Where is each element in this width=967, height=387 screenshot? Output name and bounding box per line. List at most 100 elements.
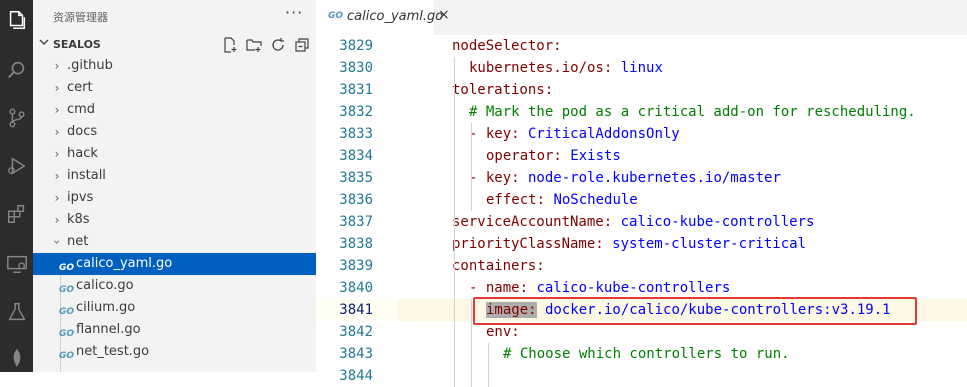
- code-line[interactable]: 3833 - key: CriticalAddonsOnly: [316, 123, 967, 145]
- tab-calico-yaml-go[interactable]: GO calico_yaml.go ×: [316, 0, 450, 35]
- yaml-value: system-cluster-critical: [603, 236, 807, 252]
- folder-net[interactable]: › net: [33, 231, 316, 253]
- go-file-icon: GO: [59, 351, 75, 361]
- line-number: 3842: [339, 324, 373, 340]
- code-line[interactable]: 3843 # Choose which controllers to run.: [316, 343, 967, 365]
- code-line[interactable]: 3834 operator: Exists: [316, 145, 967, 167]
- line-number: 3839: [339, 258, 373, 274]
- file-label: calico_yaml.go: [76, 256, 173, 271]
- indent-guide: [488, 343, 489, 387]
- code-line[interactable]: 3829 nodeSelector:: [316, 35, 967, 57]
- yaml-key: operator:: [486, 148, 562, 164]
- code-text: - key: CriticalAddonsOnly: [469, 123, 680, 145]
- workspace-title: SEALOS: [53, 38, 101, 51]
- line-number: 3829: [339, 38, 373, 54]
- file-calico-yaml-go[interactable]: GO calico_yaml.go: [33, 253, 316, 275]
- file-label: cilium.go: [76, 300, 136, 315]
- search-icon[interactable]: [0, 50, 33, 90]
- explorer-title: 资源管理器: [53, 11, 108, 24]
- folder-docs[interactable]: › docs: [33, 121, 316, 143]
- folder-hack[interactable]: › hack: [33, 143, 316, 165]
- code-text: containers:: [452, 255, 545, 277]
- chevron-right-icon: ›: [54, 191, 60, 205]
- code-text: tolerations:: [452, 79, 553, 101]
- folder-github[interactable]: › .github: [33, 55, 316, 77]
- code-line[interactable]: 3832 # Mark the pod as a critical add-on …: [316, 101, 967, 123]
- yaml-value: Exists: [561, 148, 621, 164]
- yaml-key: - key:: [469, 170, 520, 186]
- new-file-icon[interactable]: [221, 36, 239, 54]
- folder-label: k8s: [67, 212, 90, 227]
- code-text: effect: NoSchedule: [486, 189, 638, 211]
- yaml-key: nodeSelector:: [452, 38, 562, 54]
- code-line[interactable]: 3838 priorityClassName: system-cluster-cr…: [316, 233, 967, 255]
- yaml-key: tolerations:: [452, 82, 554, 98]
- yaml-value: linux: [612, 60, 663, 76]
- extensions-icon[interactable]: [0, 194, 33, 234]
- code-line[interactable]: 3836 effect: NoSchedule: [316, 189, 967, 211]
- folder-install[interactable]: › install: [33, 165, 316, 187]
- file-label: net_test.go: [76, 344, 150, 359]
- code-line[interactable]: 3837 serviceAccountName: calico-kube-cont…: [316, 211, 967, 233]
- refresh-icon[interactable]: [269, 36, 287, 54]
- folder-label: net: [67, 234, 89, 249]
- code-text: operator: Exists: [486, 145, 621, 167]
- code-text: nodeSelector:: [452, 35, 562, 57]
- chevron-right-icon: ›: [54, 59, 60, 73]
- new-folder-icon[interactable]: [245, 36, 263, 54]
- yaml-key: containers:: [452, 258, 545, 274]
- line-number: 3836: [339, 192, 373, 208]
- folder-ipvs[interactable]: › ipvs: [33, 187, 316, 209]
- folder-cert[interactable]: › cert: [33, 77, 316, 99]
- explorer-icon[interactable]: [0, 0, 33, 40]
- close-icon[interactable]: ×: [438, 7, 450, 23]
- code-comment: # Choose which controllers to run.: [503, 346, 790, 362]
- line-number: 3844: [339, 368, 373, 384]
- testing-icon[interactable]: [0, 292, 33, 332]
- file-flannel-go[interactable]: GO flannel.go: [33, 319, 316, 341]
- mongodb-icon[interactable]: [0, 338, 33, 378]
- yaml-value: calico-kube-controllers: [612, 214, 815, 230]
- collapse-all-icon[interactable]: [293, 36, 311, 54]
- code-text: # Choose which controllers to run.: [503, 343, 790, 365]
- file-label: flannel.go: [76, 322, 141, 337]
- code-text: serviceAccountName: calico-kube-controll…: [452, 211, 814, 233]
- code-text: priorityClassName: system-cluster-critic…: [452, 233, 806, 255]
- folder-label: ipvs: [67, 190, 94, 205]
- line-number: 3831: [339, 82, 373, 98]
- remote-explorer-icon[interactable]: [0, 244, 33, 284]
- folder-cmd[interactable]: › cmd: [33, 99, 316, 121]
- workspace-section-header[interactable]: SEALOS: [33, 34, 316, 56]
- code-line[interactable]: 3835 - key: node-role.kubernetes.io/maste…: [316, 167, 967, 189]
- yaml-key: kubernetes.io/os:: [469, 60, 613, 76]
- line-number: 3837: [339, 214, 373, 230]
- chevron-down-icon: [39, 39, 49, 45]
- code-line[interactable]: 3844: [316, 365, 967, 387]
- code-line[interactable]: 3831 tolerations:: [316, 79, 967, 101]
- file-cilium-go[interactable]: GO cilium.go: [33, 297, 316, 319]
- editor-tab-bar: GO calico_yaml.go ×: [316, 0, 967, 35]
- chevron-right-icon: ›: [54, 81, 60, 95]
- code-line[interactable]: 3830 kubernetes.io/os: linux: [316, 57, 967, 79]
- go-file-icon: GO: [328, 11, 344, 21]
- folder-k8s[interactable]: › k8s: [33, 209, 316, 231]
- more-actions-button[interactable]: ···: [285, 3, 303, 22]
- code-text: - name: calico-kube-controllers: [469, 277, 730, 299]
- code-line[interactable]: 3839 containers:: [316, 255, 967, 277]
- line-number: 3834: [339, 148, 373, 164]
- chevron-right-icon: ›: [54, 169, 60, 183]
- line-number: 3843: [339, 346, 373, 362]
- file-calico-go[interactable]: GO calico.go: [33, 275, 316, 297]
- folder-label: cert: [67, 80, 93, 95]
- yaml-key: effect:: [486, 192, 546, 208]
- yaml-value: CriticalAddonsOnly: [519, 126, 680, 142]
- file-net-test-go[interactable]: GO net_test.go: [33, 341, 316, 363]
- yaml-key: env:: [486, 324, 520, 340]
- code-line[interactable]: 3840 - name: calico-kube-controllers: [316, 277, 967, 299]
- source-control-icon[interactable]: [0, 98, 33, 138]
- indent-guide: [471, 123, 472, 211]
- folder-label: install: [67, 168, 106, 183]
- code-text: - key: node-role.kubernetes.io/master: [469, 167, 781, 189]
- run-debug-icon[interactable]: [0, 146, 33, 186]
- indent-guide: [471, 299, 472, 387]
